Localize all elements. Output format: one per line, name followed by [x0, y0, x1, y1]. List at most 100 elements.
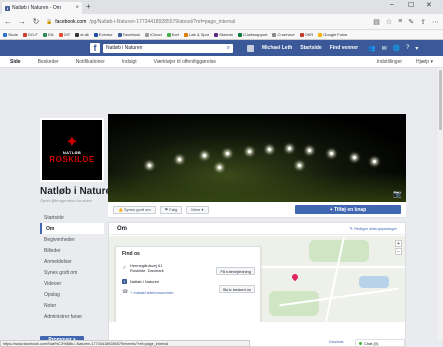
account-menu-icon[interactable]: ▾ [415, 45, 418, 52]
tab-settings[interactable]: Indstillinger [377, 59, 402, 65]
bookmark-item[interactable]: dr.dk [75, 32, 89, 37]
bookmark-item[interactable]: Skeeda [214, 32, 233, 37]
bookmark-item[interactable]: Skole [3, 32, 18, 37]
edit-page-info-link[interactable]: ✎ Rediger sideoplysninger [350, 226, 397, 231]
headlamp [178, 158, 181, 161]
facebook-logo-icon[interactable]: f [90, 43, 100, 53]
cover-photo[interactable]: 📷 [108, 114, 406, 202]
reading-view-icon[interactable]: ▤ [373, 18, 380, 26]
search-input[interactable]: Natløb i Naturen ⌕ [103, 43, 233, 53]
headlamp [353, 156, 356, 159]
bookmark-favicon-icon [166, 32, 171, 37]
sidenav-home[interactable]: Startside [40, 212, 104, 223]
forward-icon[interactable]: → [18, 17, 26, 26]
bookmark-label: GIT [63, 32, 71, 37]
sidenav-videos[interactable]: Videoer [40, 278, 104, 289]
directions-button[interactable]: Få rutevejledning [216, 267, 255, 275]
camera-icon[interactable]: 📷 [393, 190, 402, 198]
sidenav-photos[interactable]: Billeder [40, 245, 104, 256]
bookmark-favicon-icon [145, 32, 150, 37]
page-profile-picture[interactable]: ✦ NATLØB ROSKILDE [40, 118, 104, 182]
profile-text-roskilde: ROSKILDE [49, 155, 95, 164]
tab-help[interactable]: Hjælp ▾ [416, 59, 433, 65]
bookmark-item[interactable]: Kort [166, 32, 179, 37]
page-title[interactable]: Natløb i Naturen [40, 186, 117, 197]
tab-publishing-tools[interactable]: Værktøjer til offentliggørelse [154, 59, 216, 65]
favorite-star-icon[interactable]: ☆ [386, 18, 392, 26]
user-avatar[interactable] [247, 44, 254, 52]
hub-icon[interactable]: ≡ [398, 18, 402, 25]
history-edit-link[interactable]: Dos/kas [329, 339, 343, 344]
tab-insights[interactable]: Indsigt [122, 59, 137, 65]
sidenav-likes[interactable]: Synes godt om [40, 267, 104, 278]
sidenav-about[interactable]: Om [40, 223, 104, 234]
browser-tab[interactable]: f Natløb i Naturen - Om × [2, 2, 82, 14]
search-value: Natløb i Naturen [106, 45, 143, 51]
add-button-cta[interactable]: + Tilføj en knap [295, 205, 401, 214]
back-icon[interactable]: ← [4, 17, 12, 26]
phone-icon: ☎ [122, 289, 129, 295]
close-tab-icon[interactable]: × [75, 5, 79, 11]
browser-tab-bar: f Natløb i Naturen - Om × + – ☐ ✕ [0, 0, 443, 14]
location-map[interactable]: + − Find os ➚ Hennegårdsvej 61 Roskilde,… [109, 236, 405, 322]
bookmark-item[interactable]: Løb & Spor [183, 32, 209, 37]
bookmark-item[interactable]: O-service [272, 32, 295, 37]
bookmark-item[interactable]: O-løbsrapport [237, 32, 267, 37]
find-us-box: Find os ➚ Hennegårdsvej 61 Roskilde, Dan… [115, 246, 261, 322]
bookmark-item[interactable]: DO-F [23, 32, 38, 37]
close-window-icon[interactable]: ✕ [426, 1, 432, 9]
bookmark-item[interactable]: Facebook [117, 32, 140, 37]
bookmark-item[interactable]: OKR [299, 32, 313, 37]
sidenav-posts[interactable]: Opslag [40, 289, 104, 300]
more-icon[interactable]: ⋯ [432, 18, 439, 26]
bookmark-item[interactable]: Eventor [93, 32, 113, 37]
zoom-in-icon[interactable]: + [395, 240, 402, 247]
reload-icon[interactable]: ↻ [32, 17, 40, 26]
headlamp [226, 152, 229, 155]
bookmark-favicon-icon [183, 32, 188, 37]
send-message-button[interactable]: Skriv besked os [218, 285, 255, 293]
maximize-icon[interactable]: ☐ [408, 1, 414, 9]
sidenav-events[interactable]: Begivenheder [40, 234, 104, 245]
add-phone-link[interactable]: + Indsæt telefonnummer [130, 290, 173, 295]
help-icon[interactable]: ? [406, 45, 409, 52]
chat-bar[interactable]: Chat (0) [355, 339, 405, 347]
user-name-link[interactable]: Michael Leth [262, 45, 292, 51]
headlamp [218, 166, 221, 169]
sidenav-manage-tabs[interactable]: Administrer faner [40, 311, 104, 322]
tab-side[interactable]: Side [10, 59, 21, 65]
new-tab-icon[interactable]: + [86, 2, 91, 11]
bookmark-item[interactable]: GIT [58, 32, 71, 37]
sidenav-notes[interactable]: Noter [40, 300, 104, 311]
tab-notifications[interactable]: Notifikationer [76, 59, 105, 65]
notes-icon[interactable]: ✎ [408, 18, 414, 26]
facebook-favicon-icon: f [5, 5, 10, 11]
scrollbar-thumb[interactable] [439, 70, 442, 130]
sidenav-reviews[interactable]: Anmeldelser [40, 256, 104, 267]
nav-find-friends-link[interactable]: Find venner [330, 45, 358, 51]
messages-icon[interactable]: ✉ [382, 45, 387, 52]
follow-button[interactable]: ⚑ Følg [159, 205, 183, 214]
nav-home-link[interactable]: Startside [300, 45, 321, 51]
headlamp [203, 154, 206, 157]
zoom-out-icon[interactable]: − [395, 248, 402, 255]
notifications-icon[interactable]: 🌐 [393, 45, 400, 52]
create-username-link[interactable]: Opret @brugernavn for siden [40, 198, 104, 203]
url-field[interactable]: 🔒 facebook.com/pg/Natløb-i-Naturen-17734… [46, 16, 367, 27]
bookmark-item[interactable]: DN [42, 32, 54, 37]
address-toolbar: ← → ↻ 🔒 facebook.com/pg/Natløb-i-Naturen… [0, 14, 443, 30]
like-button[interactable]: 👍 Synes godt om [113, 205, 156, 214]
more-button[interactable]: Mere ▾ [186, 205, 209, 214]
search-icon[interactable]: ⌕ [227, 45, 230, 52]
page-name-link[interactable]: Natløb i Naturen [130, 279, 159, 284]
follow-label: Følg [169, 207, 178, 212]
bookmark-item[interactable]: iCloud [145, 32, 162, 37]
bookmark-item[interactable]: Google Fotos [318, 32, 347, 37]
tab-messages[interactable]: Beskeder [38, 59, 59, 65]
friend-requests-icon[interactable]: 👥 [368, 45, 375, 52]
bookmark-favicon-icon [214, 32, 219, 37]
about-card: Om ✎ Rediger sideoplysninger + − Find os… [108, 222, 406, 347]
minimize-icon[interactable]: – [390, 1, 394, 8]
map-pin-icon[interactable] [290, 272, 300, 282]
share-icon[interactable]: ⇪ [420, 18, 426, 26]
